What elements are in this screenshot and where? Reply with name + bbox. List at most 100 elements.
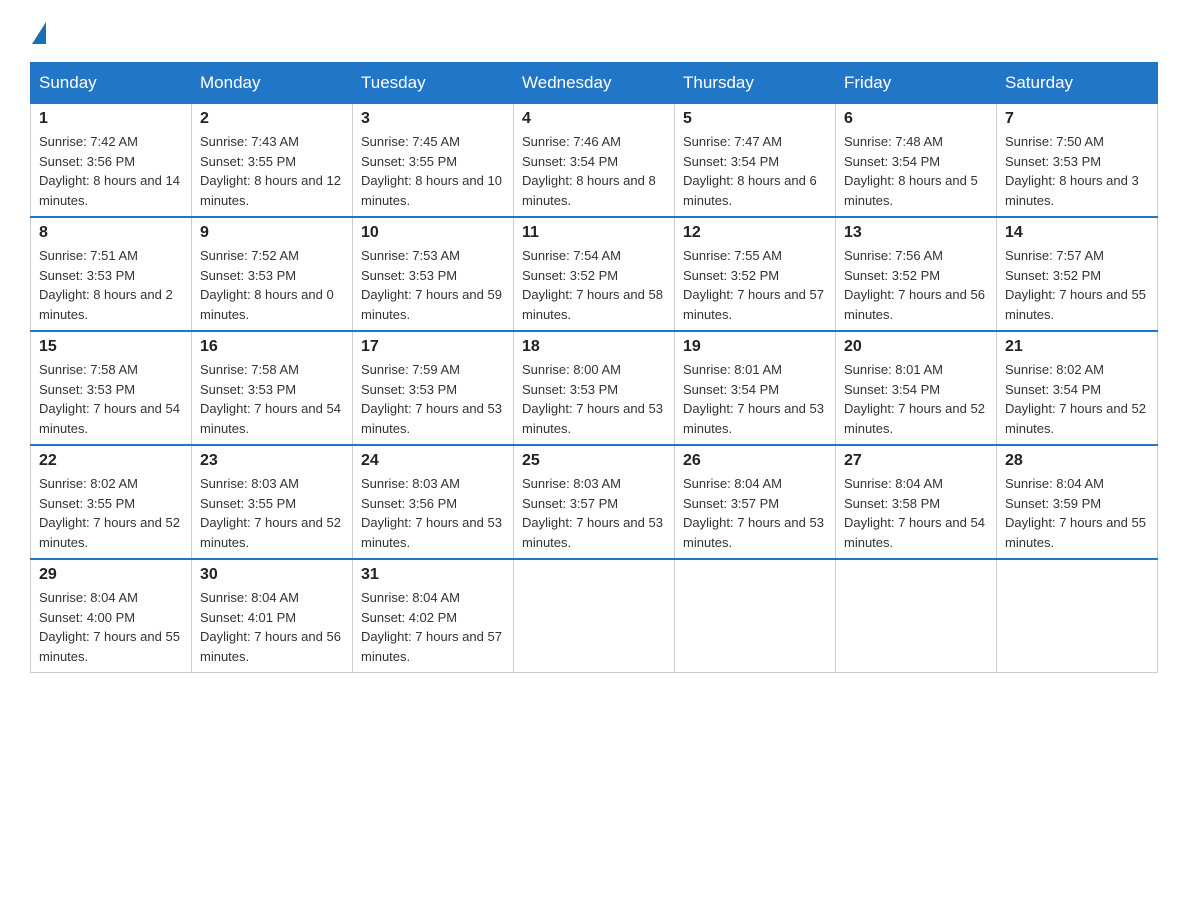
day-number: 19 (683, 338, 827, 356)
weekday-header-tuesday: Tuesday (353, 63, 514, 104)
calendar-day-cell: 13 Sunrise: 7:56 AM Sunset: 3:52 PM Dayl… (836, 217, 997, 331)
day-info: Sunrise: 8:03 AM Sunset: 3:57 PM Dayligh… (522, 474, 666, 552)
day-info: Sunrise: 7:53 AM Sunset: 3:53 PM Dayligh… (361, 246, 505, 324)
calendar-day-cell: 23 Sunrise: 8:03 AM Sunset: 3:55 PM Dayl… (192, 445, 353, 559)
calendar-day-cell: 15 Sunrise: 7:58 AM Sunset: 3:53 PM Dayl… (31, 331, 192, 445)
day-info: Sunrise: 7:46 AM Sunset: 3:54 PM Dayligh… (522, 132, 666, 210)
day-number: 17 (361, 338, 505, 356)
day-info: Sunrise: 8:01 AM Sunset: 3:54 PM Dayligh… (683, 360, 827, 438)
day-number: 5 (683, 110, 827, 128)
calendar-day-cell (997, 559, 1158, 673)
day-info: Sunrise: 7:58 AM Sunset: 3:53 PM Dayligh… (200, 360, 344, 438)
day-number: 4 (522, 110, 666, 128)
day-info: Sunrise: 8:02 AM Sunset: 3:55 PM Dayligh… (39, 474, 183, 552)
calendar-day-cell: 16 Sunrise: 7:58 AM Sunset: 3:53 PM Dayl… (192, 331, 353, 445)
weekday-header-monday: Monday (192, 63, 353, 104)
calendar-day-cell: 10 Sunrise: 7:53 AM Sunset: 3:53 PM Dayl… (353, 217, 514, 331)
calendar-day-cell: 22 Sunrise: 8:02 AM Sunset: 3:55 PM Dayl… (31, 445, 192, 559)
calendar-header-row: SundayMondayTuesdayWednesdayThursdayFrid… (31, 63, 1158, 104)
day-number: 3 (361, 110, 505, 128)
calendar-day-cell: 26 Sunrise: 8:04 AM Sunset: 3:57 PM Dayl… (675, 445, 836, 559)
day-info: Sunrise: 7:51 AM Sunset: 3:53 PM Dayligh… (39, 246, 183, 324)
day-info: Sunrise: 7:54 AM Sunset: 3:52 PM Dayligh… (522, 246, 666, 324)
day-info: Sunrise: 8:04 AM Sunset: 4:02 PM Dayligh… (361, 588, 505, 666)
calendar-day-cell: 25 Sunrise: 8:03 AM Sunset: 3:57 PM Dayl… (514, 445, 675, 559)
weekday-header-wednesday: Wednesday (514, 63, 675, 104)
day-number: 7 (1005, 110, 1149, 128)
calendar-day-cell (514, 559, 675, 673)
day-number: 1 (39, 110, 183, 128)
logo (30, 20, 48, 42)
day-number: 18 (522, 338, 666, 356)
calendar-day-cell: 19 Sunrise: 8:01 AM Sunset: 3:54 PM Dayl… (675, 331, 836, 445)
day-number: 29 (39, 566, 183, 584)
day-info: Sunrise: 8:04 AM Sunset: 3:58 PM Dayligh… (844, 474, 988, 552)
calendar-day-cell: 30 Sunrise: 8:04 AM Sunset: 4:01 PM Dayl… (192, 559, 353, 673)
day-info: Sunrise: 7:52 AM Sunset: 3:53 PM Dayligh… (200, 246, 344, 324)
day-info: Sunrise: 7:50 AM Sunset: 3:53 PM Dayligh… (1005, 132, 1149, 210)
day-number: 8 (39, 224, 183, 242)
day-number: 6 (844, 110, 988, 128)
logo-triangle-icon (32, 22, 46, 44)
calendar-week-row: 15 Sunrise: 7:58 AM Sunset: 3:53 PM Dayl… (31, 331, 1158, 445)
day-number: 28 (1005, 452, 1149, 470)
calendar-day-cell (675, 559, 836, 673)
calendar-day-cell: 7 Sunrise: 7:50 AM Sunset: 3:53 PM Dayli… (997, 104, 1158, 218)
day-number: 27 (844, 452, 988, 470)
day-info: Sunrise: 7:57 AM Sunset: 3:52 PM Dayligh… (1005, 246, 1149, 324)
calendar-day-cell: 9 Sunrise: 7:52 AM Sunset: 3:53 PM Dayli… (192, 217, 353, 331)
day-info: Sunrise: 7:48 AM Sunset: 3:54 PM Dayligh… (844, 132, 988, 210)
calendar-day-cell: 12 Sunrise: 7:55 AM Sunset: 3:52 PM Dayl… (675, 217, 836, 331)
weekday-header-sunday: Sunday (31, 63, 192, 104)
calendar-day-cell: 24 Sunrise: 8:03 AM Sunset: 3:56 PM Dayl… (353, 445, 514, 559)
day-info: Sunrise: 8:01 AM Sunset: 3:54 PM Dayligh… (844, 360, 988, 438)
calendar-day-cell: 6 Sunrise: 7:48 AM Sunset: 3:54 PM Dayli… (836, 104, 997, 218)
day-info: Sunrise: 7:55 AM Sunset: 3:52 PM Dayligh… (683, 246, 827, 324)
calendar-day-cell (836, 559, 997, 673)
calendar-day-cell: 21 Sunrise: 8:02 AM Sunset: 3:54 PM Dayl… (997, 331, 1158, 445)
day-number: 15 (39, 338, 183, 356)
calendar-day-cell: 28 Sunrise: 8:04 AM Sunset: 3:59 PM Dayl… (997, 445, 1158, 559)
weekday-header-friday: Friday (836, 63, 997, 104)
day-info: Sunrise: 8:02 AM Sunset: 3:54 PM Dayligh… (1005, 360, 1149, 438)
day-number: 26 (683, 452, 827, 470)
calendar-day-cell: 27 Sunrise: 8:04 AM Sunset: 3:58 PM Dayl… (836, 445, 997, 559)
day-info: Sunrise: 8:03 AM Sunset: 3:55 PM Dayligh… (200, 474, 344, 552)
calendar-day-cell: 3 Sunrise: 7:45 AM Sunset: 3:55 PM Dayli… (353, 104, 514, 218)
day-info: Sunrise: 7:47 AM Sunset: 3:54 PM Dayligh… (683, 132, 827, 210)
day-number: 21 (1005, 338, 1149, 356)
day-info: Sunrise: 7:45 AM Sunset: 3:55 PM Dayligh… (361, 132, 505, 210)
calendar-week-row: 8 Sunrise: 7:51 AM Sunset: 3:53 PM Dayli… (31, 217, 1158, 331)
day-info: Sunrise: 8:04 AM Sunset: 3:59 PM Dayligh… (1005, 474, 1149, 552)
day-info: Sunrise: 7:56 AM Sunset: 3:52 PM Dayligh… (844, 246, 988, 324)
calendar-table: SundayMondayTuesdayWednesdayThursdayFrid… (30, 62, 1158, 673)
day-number: 22 (39, 452, 183, 470)
calendar-day-cell: 4 Sunrise: 7:46 AM Sunset: 3:54 PM Dayli… (514, 104, 675, 218)
calendar-day-cell: 31 Sunrise: 8:04 AM Sunset: 4:02 PM Dayl… (353, 559, 514, 673)
weekday-header-thursday: Thursday (675, 63, 836, 104)
calendar-day-cell: 5 Sunrise: 7:47 AM Sunset: 3:54 PM Dayli… (675, 104, 836, 218)
day-number: 9 (200, 224, 344, 242)
day-info: Sunrise: 8:00 AM Sunset: 3:53 PM Dayligh… (522, 360, 666, 438)
day-info: Sunrise: 7:42 AM Sunset: 3:56 PM Dayligh… (39, 132, 183, 210)
calendar-day-cell: 14 Sunrise: 7:57 AM Sunset: 3:52 PM Dayl… (997, 217, 1158, 331)
day-number: 11 (522, 224, 666, 242)
day-number: 2 (200, 110, 344, 128)
day-number: 16 (200, 338, 344, 356)
day-number: 12 (683, 224, 827, 242)
day-number: 20 (844, 338, 988, 356)
day-info: Sunrise: 7:58 AM Sunset: 3:53 PM Dayligh… (39, 360, 183, 438)
day-number: 30 (200, 566, 344, 584)
day-number: 25 (522, 452, 666, 470)
calendar-week-row: 22 Sunrise: 8:02 AM Sunset: 3:55 PM Dayl… (31, 445, 1158, 559)
calendar-day-cell: 29 Sunrise: 8:04 AM Sunset: 4:00 PM Dayl… (31, 559, 192, 673)
day-number: 31 (361, 566, 505, 584)
calendar-day-cell: 20 Sunrise: 8:01 AM Sunset: 3:54 PM Dayl… (836, 331, 997, 445)
calendar-day-cell: 2 Sunrise: 7:43 AM Sunset: 3:55 PM Dayli… (192, 104, 353, 218)
day-number: 14 (1005, 224, 1149, 242)
day-number: 23 (200, 452, 344, 470)
day-number: 10 (361, 224, 505, 242)
calendar-day-cell: 1 Sunrise: 7:42 AM Sunset: 3:56 PM Dayli… (31, 104, 192, 218)
day-number: 24 (361, 452, 505, 470)
calendar-day-cell: 18 Sunrise: 8:00 AM Sunset: 3:53 PM Dayl… (514, 331, 675, 445)
